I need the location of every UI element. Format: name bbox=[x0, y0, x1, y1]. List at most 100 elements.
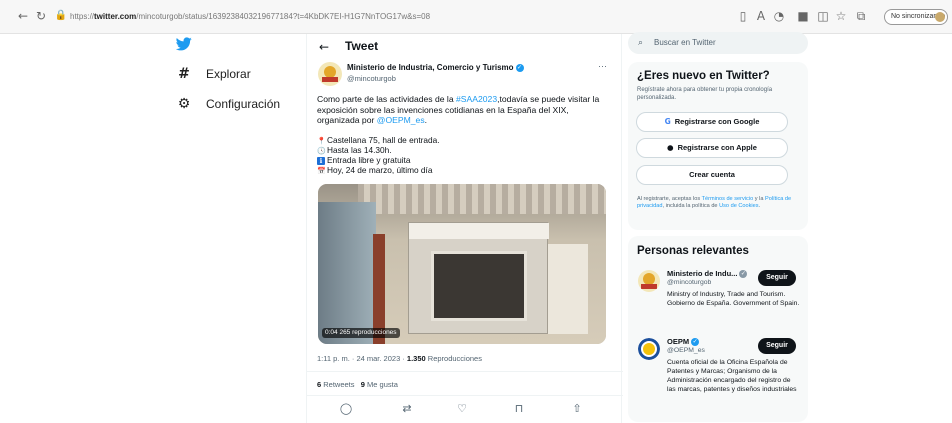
page-title: Tweet bbox=[345, 39, 379, 53]
apple-icon: ● bbox=[667, 143, 674, 152]
person-handle[interactable]: @mincoturgob bbox=[667, 279, 711, 286]
legal-prefix: Al registrarte, aceptas los bbox=[637, 196, 702, 202]
share-icon[interactable]: ⇧ bbox=[570, 402, 584, 416]
tweet-video[interactable]: 0:04 265 reproducciones bbox=[318, 184, 606, 344]
person-name[interactable]: Ministerio de Indu... ✓ bbox=[667, 269, 748, 279]
author-name[interactable]: Ministerio de Industria, Comercio y Turi… bbox=[347, 63, 524, 72]
tweet-time[interactable]: 1:11 p. m. · 24 mar. 2023 · bbox=[317, 354, 407, 363]
calendar-icon: 📅 bbox=[317, 166, 326, 175]
exhibition-banner bbox=[408, 222, 549, 334]
retweet-label: Retweets bbox=[321, 380, 355, 389]
reply-icon[interactable]: ◯ bbox=[339, 402, 353, 416]
favorites-icon[interactable]: ☆ bbox=[834, 9, 848, 23]
list-item-text: Hoy, 24 de marzo, último día bbox=[327, 165, 433, 176]
url-path: /mincoturgob/status/1639238403219677184?… bbox=[136, 12, 431, 21]
more-options-icon[interactable]: ··· bbox=[598, 61, 607, 71]
likes-stat[interactable]: 9 Me gusta bbox=[361, 380, 398, 389]
signup-card: ¿Eres nuevo en Twitter? Regístrate ahora… bbox=[628, 62, 808, 230]
main-column: ← Tweet Ministerio de Industria, Comerci… bbox=[306, 34, 623, 423]
author-name-text: Ministerio de Industria, Comercio y Turi… bbox=[347, 63, 514, 72]
verified-badge-icon: ✓ bbox=[739, 270, 748, 279]
tweet-meta: 1:11 p. m. · 24 mar. 2023 · 1.350 Reprod… bbox=[317, 354, 482, 363]
avatar[interactable] bbox=[638, 270, 660, 292]
retweet-icon[interactable]: ⇄ bbox=[400, 402, 414, 416]
legal-suffix: . bbox=[758, 203, 761, 209]
person-bio: Ministry of Industry, Trade and Tourism.… bbox=[667, 291, 800, 307]
twitter-logo-icon[interactable] bbox=[176, 37, 192, 51]
tweet-text-prefix: Como parte de las actividades de la bbox=[317, 94, 457, 104]
read-aloud-icon[interactable]: A bbox=[754, 9, 768, 23]
terms-link[interactable]: Términos de servicio bbox=[702, 196, 754, 202]
legal-mid: y la bbox=[753, 196, 766, 202]
signup-subtitle: Regístrate ahora para obtener tu propia … bbox=[637, 87, 773, 101]
list-item-text: Castellana 75, hall de entrada. bbox=[327, 135, 440, 146]
tweet-text-suffix: . bbox=[424, 115, 428, 126]
list-item: 📍 Castellana 75, hall de entrada. bbox=[317, 135, 613, 146]
nav-explore-label: Explorar bbox=[206, 67, 251, 81]
search-input[interactable]: ⌕ Buscar en Twitter bbox=[628, 32, 808, 54]
verified-badge-icon: ✓ bbox=[515, 63, 524, 72]
back-icon[interactable]: ← bbox=[16, 9, 30, 23]
relevant-people-card: Personas relevantes Ministerio de Indu..… bbox=[628, 236, 808, 422]
relevant-title: Personas relevantes bbox=[637, 245, 749, 257]
create-account-label: Crear cuenta bbox=[689, 170, 735, 179]
extension-icon[interactable]: ■ bbox=[796, 9, 810, 23]
hashtag-link[interactable]: #SAA2023 bbox=[456, 94, 497, 104]
retweets-stat[interactable]: 6 Retweets bbox=[317, 380, 355, 389]
browser-toolbar: ← ↻ 🔒 https://twitter.com/mincoturgob/st… bbox=[0, 0, 952, 34]
create-account-button[interactable]: Crear cuenta bbox=[636, 165, 788, 185]
apple-signup-label: Registrarse con Apple bbox=[677, 143, 757, 152]
back-arrow-icon[interactable]: ← bbox=[319, 40, 329, 54]
gear-icon: ⚙ bbox=[177, 96, 191, 112]
google-signup-button[interactable]: G Registrarse con Google bbox=[636, 112, 788, 132]
hashtag-icon: # bbox=[178, 66, 190, 82]
avatar[interactable] bbox=[638, 338, 660, 360]
author-handle[interactable]: @mincoturgob bbox=[347, 74, 396, 83]
lock-icon[interactable]: 🔒 bbox=[54, 9, 68, 23]
url-domain: twitter.com bbox=[94, 12, 137, 21]
google-signup-label: Registrarse con Google bbox=[674, 117, 760, 126]
divider bbox=[307, 395, 623, 396]
follow-button[interactable]: Seguir bbox=[758, 338, 796, 354]
verified-badge-icon: ✓ bbox=[691, 338, 700, 347]
avatar bbox=[935, 12, 945, 22]
refresh-icon[interactable]: ↻ bbox=[34, 9, 48, 23]
account-icon[interactable]: ◔ bbox=[772, 9, 786, 23]
google-icon: G bbox=[664, 117, 671, 126]
collections-icon[interactable]: ⧉ bbox=[854, 9, 868, 23]
person-name-text: Ministerio de Indu... bbox=[667, 269, 738, 278]
cookies-link[interactable]: Uso de Cookies bbox=[719, 203, 759, 209]
address-bar[interactable]: https://twitter.com/mincoturgob/status/1… bbox=[70, 8, 720, 26]
clock-icon: 🕓 bbox=[317, 146, 326, 155]
reading-view-icon[interactable]: ▯ bbox=[736, 9, 750, 23]
apple-signup-button[interactable]: ● Registrarse con Apple bbox=[636, 138, 788, 158]
person-name[interactable]: OEPM ✓ bbox=[667, 337, 700, 347]
person-handle[interactable]: @OEPM_es bbox=[667, 347, 705, 354]
list-item: 🕓 Hasta las 14.30h. bbox=[317, 145, 613, 156]
tweet-stats: 6 Retweets 9 Me gusta bbox=[317, 380, 398, 389]
author-avatar[interactable] bbox=[318, 62, 342, 86]
video-timestamp: 0:04 265 reproducciones bbox=[322, 328, 400, 338]
list-item-text: Entrada libre y gratuita bbox=[327, 155, 411, 166]
bookmark-icon[interactable]: ⊓ bbox=[512, 402, 526, 416]
extensions-icon[interactable]: ◫ bbox=[816, 9, 830, 23]
nav-settings[interactable]: ⚙ Configuración bbox=[176, 92, 280, 116]
sync-status-button[interactable]: No sincronizando bbox=[884, 9, 948, 25]
person-name-text: OEPM bbox=[667, 337, 690, 346]
search-icon: ⌕ bbox=[638, 38, 644, 48]
url-prefix: https:// bbox=[70, 12, 95, 21]
legal-text: Al registrarte, aceptas los Términos de … bbox=[637, 196, 801, 210]
nav-settings-label: Configuración bbox=[206, 97, 281, 111]
signup-title: ¿Eres nuevo en Twitter? bbox=[637, 70, 770, 82]
like-icon[interactable]: ♡ bbox=[455, 402, 469, 416]
legal-mid2: , incluida la política de bbox=[662, 203, 720, 209]
like-label: Me gusta bbox=[364, 380, 398, 389]
follow-button[interactable]: Seguir bbox=[758, 270, 796, 286]
list-item: 📅 Hoy, 24 de marzo, último día bbox=[317, 165, 613, 176]
mention-link[interactable]: @OEPM_es bbox=[377, 115, 425, 125]
nav-explore[interactable]: # Explorar bbox=[176, 62, 251, 86]
person-bio: Cuenta oficial de la Oficina Española de… bbox=[667, 359, 797, 393]
tweet-text: Como parte de las actividades de la #SAA… bbox=[317, 94, 613, 176]
divider bbox=[307, 371, 623, 372]
pin-icon: 📍 bbox=[317, 136, 326, 145]
